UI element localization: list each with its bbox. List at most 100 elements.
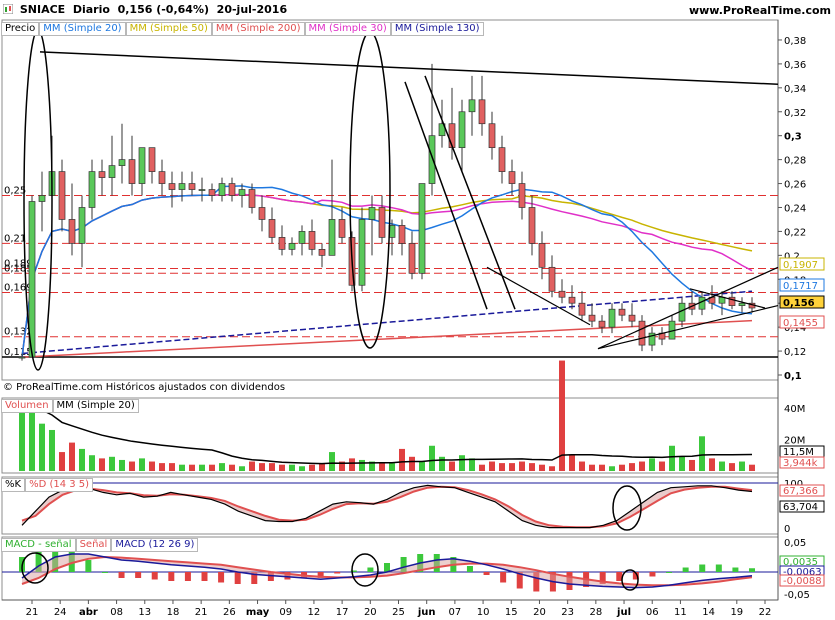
candle-body — [258, 207, 266, 220]
volume-bar — [299, 466, 305, 471]
volume-bar — [419, 461, 425, 471]
macd-histogram-bar — [201, 572, 208, 581]
x-tick-label: 26 — [223, 607, 236, 618]
x-tick-label: 07 — [449, 607, 462, 618]
volume-bar — [729, 463, 735, 471]
candle-body — [108, 165, 116, 178]
volume-bar — [689, 459, 695, 471]
price-legend-item[interactable]: MM (Simple 20) — [39, 22, 126, 36]
candle-body — [188, 183, 196, 190]
volume-bar — [199, 464, 205, 471]
price-tick-label: 0,28 — [784, 156, 806, 167]
volume-bar — [409, 456, 415, 471]
volume-bar — [189, 464, 195, 471]
volume-bar — [589, 464, 595, 471]
price-legend-item[interactable]: MM (Simple 200) — [211, 22, 305, 36]
volume-legend: Volumen MM (Simple 20) — [1, 399, 139, 413]
candle-body — [128, 159, 136, 184]
volume-bar — [89, 455, 95, 471]
price-badge-label: 0,156 — [783, 298, 815, 309]
volume-bar — [679, 456, 685, 471]
macd-legend-item[interactable]: MACD - señal — [1, 538, 76, 552]
volume-bar — [269, 463, 275, 471]
volume-legend-item[interactable]: MM (Simple 20) — [52, 399, 139, 413]
volume-bar — [579, 461, 585, 471]
volume-bar — [479, 464, 485, 471]
volume-bar — [179, 464, 185, 471]
price-legend-item[interactable]: MM (Simple 130) — [390, 22, 484, 36]
x-tick-label: jun — [417, 607, 436, 618]
stoch-legend-item[interactable]: %D (14 3 5) — [25, 478, 94, 492]
stoch-badge-label: 67,366 — [783, 486, 818, 497]
macd-legend-item[interactable]: Señal — [75, 538, 112, 552]
x-tick-label: 20 — [533, 607, 546, 618]
volume-bar — [149, 461, 155, 471]
x-tick-label: 08 — [110, 607, 123, 618]
candle-body — [58, 171, 66, 220]
volume-bar — [109, 456, 115, 471]
price-badge-label: 0,1455 — [783, 318, 818, 329]
macd-histogram-bar — [234, 572, 241, 584]
price-legend-item[interactable]: MM (Simple 50) — [125, 22, 212, 36]
candle-body — [168, 183, 176, 190]
x-tick-label: 12 — [308, 607, 321, 618]
candle-body — [418, 183, 426, 274]
candle-body — [558, 290, 566, 298]
volume-legend-item[interactable]: Volumen — [1, 399, 53, 413]
volume-bar — [289, 464, 295, 471]
volume-bar — [159, 463, 165, 471]
price-tick-label: 0,36 — [784, 60, 806, 71]
price-legend-item[interactable]: MM (Simple 30) — [304, 22, 391, 36]
x-tick-label: 18 — [167, 607, 180, 618]
candle-body — [308, 231, 316, 250]
price-tick-label: 0,22 — [784, 227, 806, 238]
macd-histogram-bar — [151, 572, 158, 580]
price-legend-item[interactable]: Precio — [1, 22, 40, 36]
volume-bar — [449, 461, 455, 471]
x-tick-label: 28 — [589, 607, 602, 618]
x-tick-label: 19 — [730, 607, 743, 618]
macd-tick-label: -0,05 — [784, 590, 810, 601]
price-tick-label: 0,34 — [784, 84, 806, 95]
volume-bar — [669, 445, 675, 471]
macd-badge-label: -0,0088 — [783, 576, 822, 587]
macd-histogram-bar — [218, 572, 225, 583]
candle-body — [588, 314, 596, 322]
macd-legend-item[interactable]: MACD (12 26 9) — [111, 538, 199, 552]
stoch-pane-frame — [1, 476, 779, 535]
price-tick-label: 0,1 — [784, 371, 802, 382]
candle-body — [608, 308, 616, 328]
macd-histogram-bar — [732, 567, 739, 572]
candle-body — [238, 189, 246, 196]
volume-bar — [749, 464, 755, 471]
macd-legend: MACD - señal Señal MACD (12 26 9) — [1, 538, 199, 552]
candle-body — [548, 266, 556, 292]
volume-bar — [459, 455, 465, 471]
x-tick-label: 06 — [646, 607, 659, 618]
stoch-legend-item[interactable]: %K — [1, 478, 26, 492]
volume-bar — [609, 466, 615, 471]
macd-histogram-bar — [500, 572, 507, 583]
candle-body — [138, 147, 146, 184]
volume-bar — [709, 458, 715, 471]
x-tick-label: may — [246, 607, 270, 618]
candle-body — [528, 207, 536, 244]
price-tick-label: 0,32 — [784, 108, 806, 119]
candle-body — [278, 237, 286, 250]
candle-body — [298, 231, 306, 244]
candle-body — [148, 147, 156, 172]
candle-body — [628, 314, 636, 322]
x-tick-label: 21 — [195, 607, 208, 618]
volume-bar — [259, 463, 265, 471]
price-tick-label: 0,12 — [784, 347, 806, 358]
volume-bar — [139, 458, 145, 471]
volume-badge-label: 11,5M — [783, 447, 814, 458]
volume-bar — [219, 463, 225, 471]
macd-histogram-bar — [466, 566, 473, 572]
macd-histogram-bar — [666, 572, 673, 573]
volume-bar — [209, 464, 215, 471]
volume-bar — [329, 452, 335, 471]
x-tick-label: 22 — [759, 607, 772, 618]
macd-tick-label: 0,05 — [784, 538, 806, 549]
volume-tick-label: 40M — [784, 404, 805, 415]
